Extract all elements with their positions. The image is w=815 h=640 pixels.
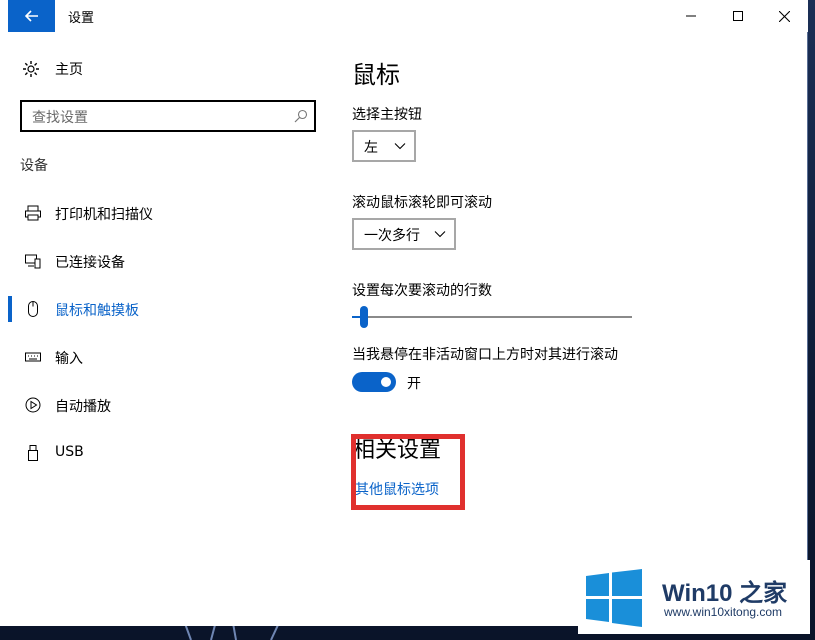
chevron-down-icon (394, 143, 406, 150)
autoplay-icon (25, 397, 41, 413)
windows-logo-icon (586, 569, 642, 627)
primary-button-label: 选择主按钮 (352, 107, 422, 123)
scroll-lines-slider[interactable] (352, 306, 634, 330)
sidebar-item-label: USB (55, 444, 84, 460)
home-label: 主页 (55, 62, 83, 78)
active-indicator (8, 296, 12, 322)
sidebar-item-mouse[interactable]: 鼠标和触摸板 (8, 292, 328, 326)
search-input[interactable]: 查找设置 (20, 100, 316, 132)
scroll-wheel-value: 一次多行 (364, 228, 420, 244)
toggle-state-label: 开 (407, 376, 421, 392)
inactive-scroll-toggle[interactable] (352, 372, 396, 392)
slider-thumb[interactable] (360, 306, 368, 328)
minimize-button[interactable] (668, 0, 714, 32)
mouse-icon (28, 301, 38, 317)
sidebar-item-usb[interactable]: USB (8, 436, 328, 470)
highlight-annotation-box (351, 434, 465, 510)
connected-devices-icon (25, 254, 41, 269)
scroll-wheel-select[interactable]: 一次多行 (352, 218, 456, 250)
sidebar-item-label: 已连接设备 (55, 255, 125, 271)
watermark-brand: Win10 之家 (662, 580, 788, 607)
printer-icon (25, 205, 41, 221)
minimize-icon (686, 15, 696, 17)
search-placeholder: 查找设置 (32, 110, 88, 126)
gear-icon (23, 61, 39, 77)
sidebar-item-printers[interactable]: 打印机和扫描仪 (8, 196, 328, 230)
back-button[interactable] (8, 0, 55, 32)
sidebar-item-autoplay[interactable]: 自动播放 (8, 388, 328, 422)
close-icon (778, 10, 790, 22)
search-icon (294, 109, 308, 123)
primary-button-select[interactable]: 左 (352, 130, 416, 162)
maximize-button[interactable] (715, 0, 761, 32)
sidebar-item-label: 鼠标和触摸板 (55, 303, 139, 319)
close-button[interactable] (761, 0, 807, 32)
sidebar-item-label: 输入 (55, 351, 83, 367)
keyboard-icon (25, 352, 41, 362)
scroll-lines-label: 设置每次要滚动的行数 (352, 283, 492, 299)
inactive-scroll-label: 当我悬停在非活动窗口上方时对其进行滚动 (352, 347, 618, 363)
title-bar: 设置 (0, 0, 808, 32)
section-label: 设备 (20, 158, 48, 174)
usb-icon (28, 445, 38, 461)
window-title: 设置 (68, 11, 95, 26)
scroll-wheel-label: 滚动鼠标滚轮即可滚动 (352, 195, 492, 211)
sidebar-item-label: 自动播放 (55, 399, 111, 415)
slider-fill (352, 316, 360, 318)
maximize-icon (733, 11, 743, 21)
primary-button-value: 左 (364, 140, 378, 156)
chevron-down-icon (434, 231, 446, 238)
watermark-url: www.win10xitong.com (664, 605, 783, 619)
sidebar-item-connected-devices[interactable]: 已连接设备 (8, 244, 328, 278)
slider-track (352, 316, 632, 318)
sidebar-item-label: 打印机和扫描仪 (55, 207, 153, 223)
sidebar-item-typing[interactable]: 输入 (8, 340, 328, 374)
home-nav-item[interactable]: 主页 (22, 58, 83, 80)
page-title: 鼠标 (352, 61, 400, 89)
back-arrow-icon (24, 10, 38, 22)
toggle-knob (381, 377, 391, 387)
settings-window: 设置 主页 查找设置 设备 打印机和扫描仪 已连接设备 鼠标和触摸板 输入 自动… (0, 0, 808, 626)
